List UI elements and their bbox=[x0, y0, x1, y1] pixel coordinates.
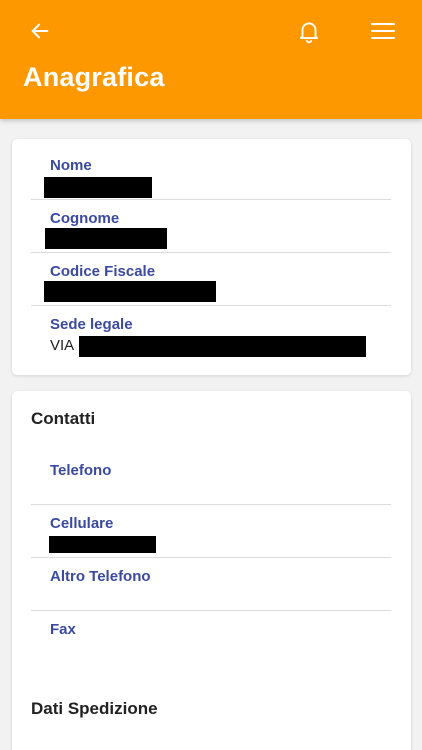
altro-telefono-label: Altro Telefono bbox=[50, 568, 151, 585]
notifications-button[interactable] bbox=[292, 14, 326, 48]
nome-label: Nome bbox=[50, 157, 92, 174]
arrow-left-icon bbox=[31, 23, 49, 39]
field-telefono: Telefono bbox=[31, 443, 391, 505]
field-fax: Fax bbox=[31, 611, 391, 671]
bell-icon bbox=[299, 22, 319, 44]
field-codice-fiscale: Codice Fiscale bbox=[31, 253, 391, 306]
cognome-label: Cognome bbox=[50, 210, 120, 227]
cognome-value-redacted bbox=[45, 228, 167, 249]
page-title: Anagrafica bbox=[23, 62, 165, 92]
sede-legale-prefix: VIA bbox=[50, 337, 75, 354]
telefono-label: Telefono bbox=[50, 462, 112, 479]
hamburger-menu-icon bbox=[371, 23, 395, 39]
field-cognome: Cognome bbox=[31, 200, 391, 253]
sede-legale-label: Sede legale bbox=[50, 316, 133, 333]
anagrafica-card: Nome Cognome Codice Fiscale Sede legale … bbox=[12, 139, 411, 375]
cellulare-label: Cellulare bbox=[50, 515, 114, 532]
field-sede-legale: Sede legale VIA bbox=[31, 306, 391, 366]
cellulare-value-redacted bbox=[49, 536, 156, 553]
contatti-card: Contatti Telefono Cellulare Altro Telefo… bbox=[12, 391, 411, 750]
field-altro-telefono: Altro Telefono bbox=[31, 558, 391, 611]
dati-spedizione-title: Dati Spedizione bbox=[31, 699, 158, 718]
sede-legale-value-redacted bbox=[79, 336, 366, 357]
codice-fiscale-value-redacted bbox=[44, 281, 216, 302]
fax-label: Fax bbox=[50, 621, 76, 638]
field-cellulare: Cellulare bbox=[31, 505, 391, 558]
menu-button[interactable] bbox=[366, 14, 400, 48]
app-bar: Anagrafica bbox=[0, 0, 422, 119]
nome-value-redacted bbox=[44, 177, 152, 198]
contatti-title: Contatti bbox=[31, 409, 96, 428]
back-button[interactable] bbox=[23, 14, 57, 48]
codice-fiscale-label: Codice Fiscale bbox=[50, 263, 156, 280]
field-nome: Nome bbox=[31, 139, 391, 200]
